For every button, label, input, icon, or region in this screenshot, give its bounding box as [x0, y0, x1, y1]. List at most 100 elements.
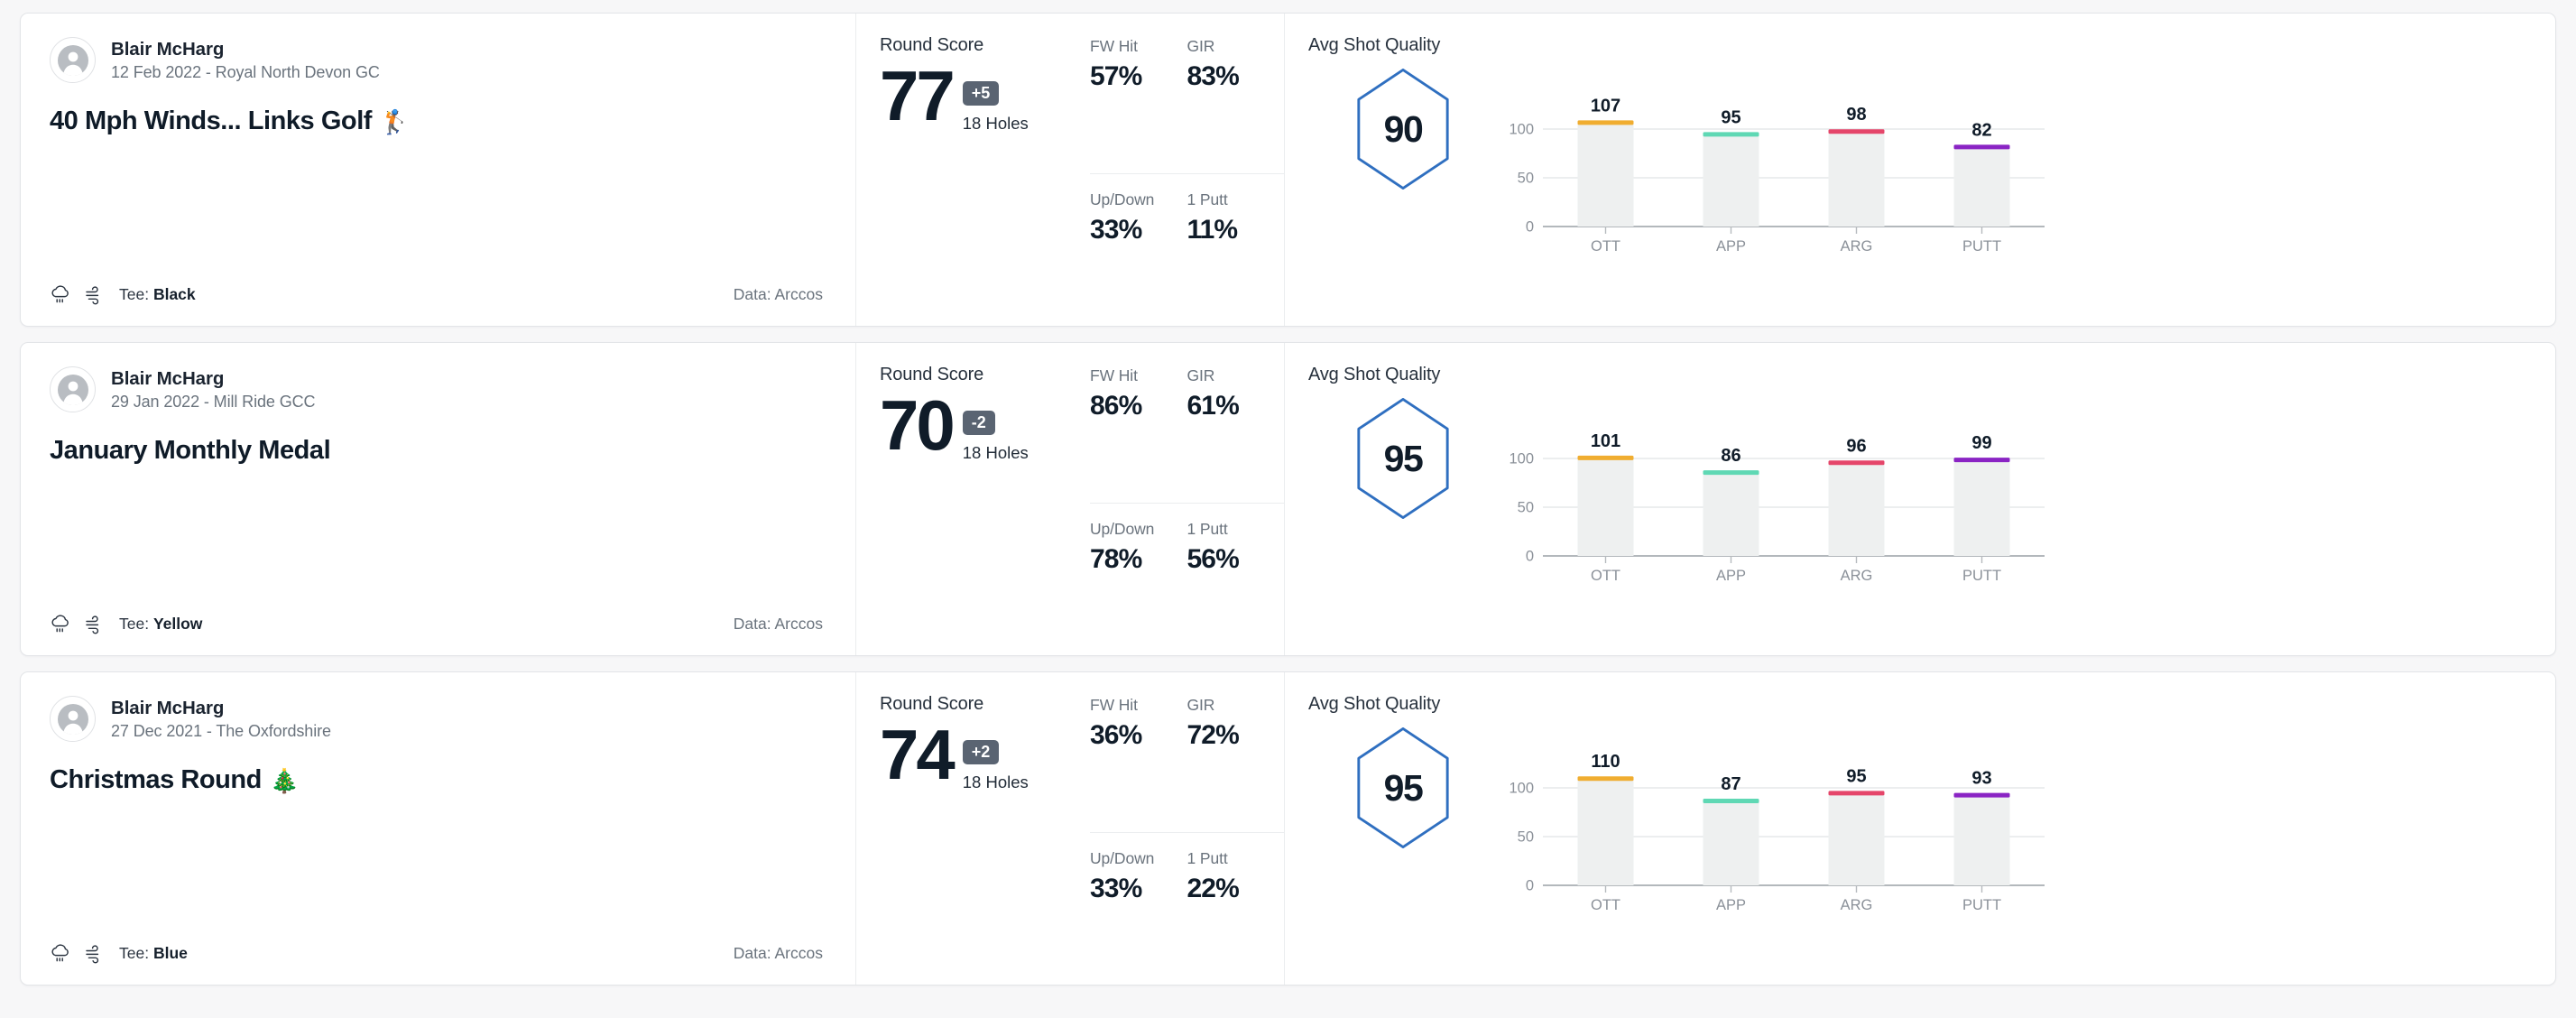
- to-par-badge: +5: [962, 81, 1000, 106]
- round-score-value: 70: [880, 385, 956, 465]
- tee-prefix: Tee:: [119, 285, 153, 303]
- avg-shot-quality-body: 90 100 50 0 107 OTT 95 APP 98 ARG 82 PUTT: [1308, 60, 2534, 268]
- avg-shot-quality-section: Avg Shot Quality 95 100 50 0 110 OTT 87 APP 95 A…: [1284, 672, 2555, 985]
- stats-grid: FW Hit 57% GIR 83% Up/Down 33% 1 Putt 11…: [1090, 37, 1284, 326]
- shot-quality-bar-chart: 100 50 0 107 OTT 95 APP 98 ARG 82 PUTT: [1498, 60, 2534, 268]
- round-title[interactable]: 40 Mph Winds... Links Golf 🏌️: [50, 106, 823, 136]
- stat-up-down: Up/Down 33%: [1090, 833, 1187, 986]
- stat-up-down: Up/Down 78%: [1090, 504, 1187, 656]
- round-card[interactable]: Blair McHarg 27 Dec 2021 - The Oxfordshi…: [20, 671, 2556, 986]
- round-score-label: Round Score: [880, 694, 984, 714]
- svg-text:98: 98: [1846, 105, 1866, 125]
- stat-gir: GIR 61%: [1186, 366, 1284, 504]
- wind-icon: [83, 942, 106, 965]
- svg-text:96: 96: [1846, 436, 1866, 456]
- data-source: Data: Arccos: [733, 615, 823, 633]
- svg-text:95: 95: [1721, 107, 1740, 127]
- tee-value: Black: [152, 285, 196, 303]
- player-identity: Blair McHarg 29 Jan 2022 - Mill Ride GCC: [50, 366, 823, 412]
- round-summary: Blair McHarg 27 Dec 2021 - The Oxfordshi…: [21, 672, 855, 985]
- svg-text:APP: APP: [1716, 238, 1746, 255]
- stat-gir: GIR 83%: [1186, 37, 1284, 174]
- score-row: 77 +5 18 Holes: [880, 60, 1074, 134]
- svg-text:OTT: OTT: [1591, 897, 1620, 913]
- stat-one-putt-value: 22%: [1186, 873, 1240, 903]
- shot-quality-value: 95: [1383, 766, 1424, 809]
- round-score-section: Round Score 70 -2 18 Holes FW Hit 86% GI…: [855, 343, 1284, 655]
- stat-fw-hit-value: 36%: [1090, 720, 1142, 750]
- stats-grid: FW Hit 86% GIR 61% Up/Down 78% 1 Putt 56…: [1090, 366, 1284, 655]
- svg-text:APP: APP: [1716, 568, 1746, 584]
- svg-text:99: 99: [1971, 433, 1991, 453]
- svg-text:50: 50: [1518, 171, 1534, 187]
- svg-text:101: 101: [1591, 431, 1620, 451]
- tee-prefix: Tee:: [119, 944, 153, 962]
- avg-shot-quality-section: Avg Shot Quality 95 100 50 0 101 OTT 86 APP 96 A…: [1284, 343, 2555, 655]
- stat-one-putt-value: 56%: [1186, 543, 1240, 574]
- stat-one-putt-label: 1 Putt: [1186, 190, 1228, 208]
- svg-text:95: 95: [1846, 766, 1866, 786]
- round-title[interactable]: Christmas Round 🎄: [50, 765, 823, 795]
- avg-shot-quality-label: Avg Shot Quality: [1308, 365, 1441, 384]
- stat-up-down-value: 33%: [1090, 214, 1142, 245]
- svg-text:ARG: ARG: [1841, 238, 1873, 255]
- round-date-course: 27 Dec 2021 - The Oxfordshire: [111, 721, 331, 740]
- round-title-text: Christmas Round: [50, 765, 262, 794]
- stat-fw-hit-value: 86%: [1090, 391, 1142, 421]
- avg-shot-quality-label: Avg Shot Quality: [1308, 694, 1441, 714]
- round-card[interactable]: Blair McHarg 29 Jan 2022 - Mill Ride GCC…: [20, 342, 2556, 656]
- shot-quality-hexagon: 95: [1308, 718, 1498, 848]
- round-footer: Tee: Yellow Data: Arccos: [50, 613, 823, 635]
- stat-fw-hit-label: FW Hit: [1090, 696, 1138, 714]
- rounds-feed: Blair McHarg 12 Feb 2022 - Royal North D…: [0, 0, 2576, 1018]
- score-side: +2 18 Holes: [962, 740, 1029, 792]
- identity-text: Blair McHarg 12 Feb 2022 - Royal North D…: [111, 39, 380, 82]
- score-block: Round Score 74 +2 18 Holes: [880, 694, 1074, 985]
- tee-label: Tee: Blue: [119, 944, 188, 963]
- tee-value: Blue: [152, 944, 188, 962]
- stat-up-down-label: Up/Down: [1090, 848, 1155, 867]
- svg-text:86: 86: [1721, 446, 1740, 466]
- svg-text:93: 93: [1971, 769, 1991, 789]
- round-title-emoji: 🎄: [269, 766, 299, 794]
- holes-played: 18 Holes: [962, 114, 1029, 133]
- score-block: Round Score 77 +5 18 Holes: [880, 35, 1074, 326]
- round-card[interactable]: Blair McHarg 12 Feb 2022 - Royal North D…: [20, 13, 2556, 327]
- rain-cloud-icon: [50, 942, 72, 965]
- data-source: Data: Arccos: [733, 944, 823, 962]
- stat-gir-label: GIR: [1186, 37, 1215, 55]
- svg-text:PUTT: PUTT: [1962, 568, 2001, 584]
- stat-up-down-value: 33%: [1090, 873, 1142, 903]
- round-date-course: 12 Feb 2022 - Royal North Devon GC: [111, 62, 380, 81]
- to-par-badge: +2: [962, 740, 1000, 764]
- avg-shot-quality-body: 95 100 50 0 110 OTT 87 APP 95 ARG 93 PUTT: [1308, 718, 2534, 927]
- shot-quality-value: 95: [1383, 437, 1424, 479]
- round-footer: Tee: Black Data: Arccos: [50, 283, 823, 306]
- round-title-text: 40 Mph Winds... Links Golf: [50, 106, 373, 135]
- shot-quality-hexagon: 90: [1308, 60, 1498, 190]
- round-date-course: 29 Jan 2022 - Mill Ride GCC: [111, 392, 316, 411]
- shot-quality-bar-chart: 100 50 0 110 OTT 87 APP 95 ARG 93 PUTT: [1498, 718, 2534, 927]
- round-summary: Blair McHarg 12 Feb 2022 - Royal North D…: [21, 14, 855, 326]
- stat-gir-label: GIR: [1186, 696, 1215, 714]
- svg-text:ARG: ARG: [1841, 568, 1873, 584]
- stat-one-putt: 1 Putt 11%: [1187, 174, 1285, 327]
- round-footer: Tee: Blue Data: Arccos: [50, 942, 823, 965]
- stat-fw-hit-value: 57%: [1090, 61, 1142, 91]
- stat-fw-hit-label: FW Hit: [1090, 366, 1138, 384]
- stat-gir-value: 61%: [1186, 391, 1240, 421]
- stat-one-putt-label: 1 Putt: [1186, 848, 1228, 867]
- svg-text:87: 87: [1721, 774, 1740, 794]
- identity-text: Blair McHarg 29 Jan 2022 - Mill Ride GCC: [111, 368, 316, 412]
- svg-text:0: 0: [1526, 878, 1534, 894]
- score-side: -2 18 Holes: [962, 411, 1029, 463]
- stat-one-putt: 1 Putt 56%: [1187, 504, 1285, 656]
- avg-shot-quality-section: Avg Shot Quality 90 100 50 0 107 OTT 95 APP 98 A…: [1284, 14, 2555, 326]
- round-title[interactable]: January Monthly Medal: [50, 436, 823, 466]
- score-block: Round Score 70 -2 18 Holes: [880, 365, 1074, 655]
- round-title-emoji: 🏌️: [380, 107, 409, 135]
- svg-text:ARG: ARG: [1841, 897, 1873, 913]
- round-conditions: Tee: Blue: [50, 942, 188, 965]
- stat-gir-value: 72%: [1186, 720, 1240, 750]
- round-conditions: Tee: Yellow: [50, 613, 202, 635]
